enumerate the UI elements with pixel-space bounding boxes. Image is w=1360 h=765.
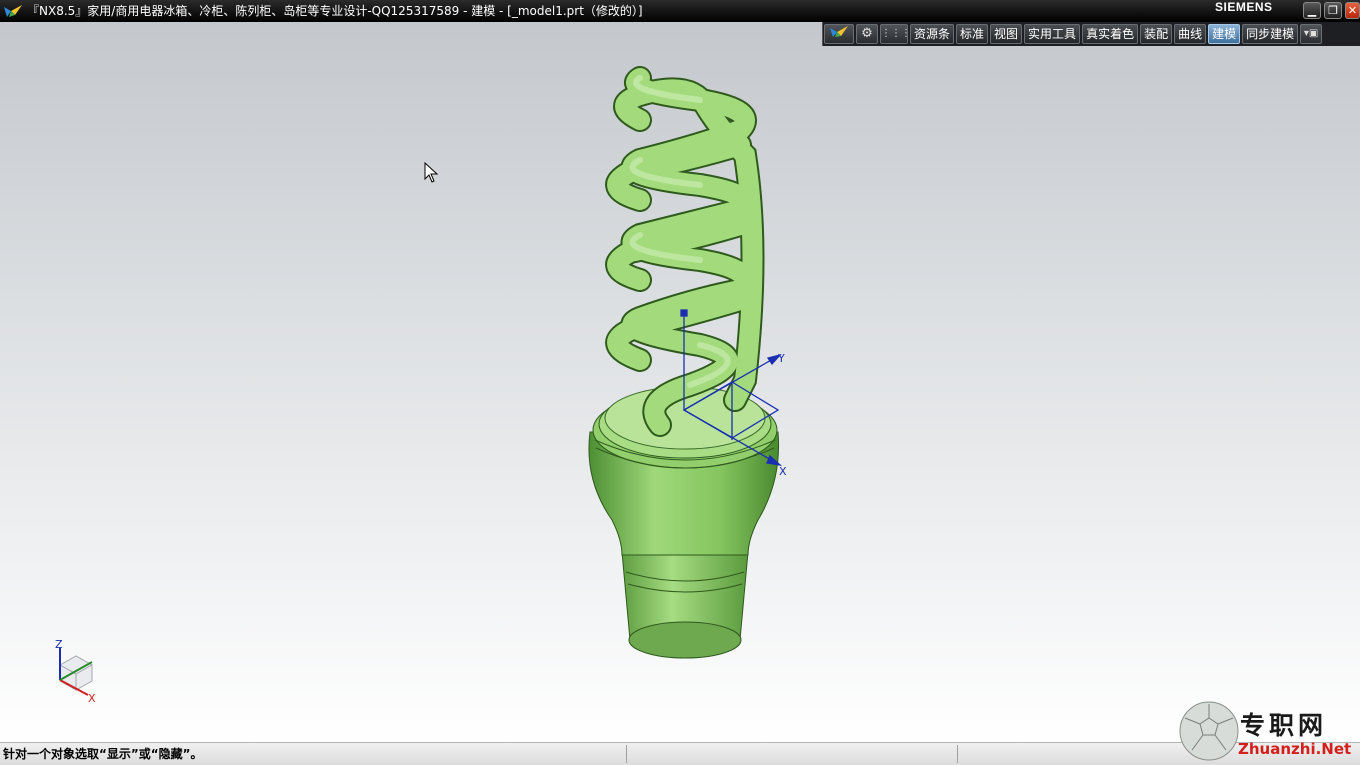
grid-icon[interactable]: ⋮⋮⋮ (880, 24, 911, 44)
tab-curve[interactable]: 曲线 (1174, 24, 1207, 44)
tab-assembly[interactable]: 装配 (1140, 24, 1173, 44)
window-title: 『NX8.5』家用/商用电器冰箱、冷柜、陈列柜、岛柜等专业设计-QQ125317… (27, 4, 643, 18)
view-triad[interactable] (58, 648, 94, 696)
spiral-tube[interactable] (605, 66, 765, 437)
status-bar: 针对一个对象选取“显示”或“隐藏”。 (0, 742, 1360, 765)
graphics-window[interactable]: Y X Z X (0, 22, 1360, 742)
ribbon-overflow-button[interactable]: ▾▣ (1300, 24, 1323, 44)
triad-x-label: X (88, 692, 96, 705)
lamp-base[interactable] (621, 551, 749, 659)
triad-z-label: Z (55, 638, 63, 651)
watermark-ball-icon (1179, 701, 1239, 761)
tab-modeling[interactable]: 建模 (1208, 24, 1241, 44)
nx-menu-icon[interactable] (824, 24, 854, 44)
status-divider (626, 745, 627, 763)
lamp-body[interactable] (588, 386, 780, 556)
title-bar: 『NX8.5』家用/商用电器冰箱、冷柜、陈列柜、岛柜等专业设计-QQ125317… (0, 0, 1360, 22)
gear-icon[interactable]: ⚙ (856, 24, 878, 44)
minimize-button[interactable]: ▁ (1303, 2, 1321, 19)
tab-utilities[interactable]: 实用工具 (1024, 24, 1081, 44)
watermark-url: Zhuanzhi.Net (1238, 740, 1352, 758)
tab-true-shading[interactable]: 真实着色 (1082, 24, 1139, 44)
mouse-cursor-icon (424, 162, 439, 183)
wcs-y-label: Y (777, 352, 785, 365)
model-canvas[interactable]: Y X Z X (0, 22, 1360, 742)
tab-view[interactable]: 视图 (990, 24, 1023, 44)
tab-standard[interactable]: 标准 (956, 24, 989, 44)
siemens-brand: SIEMENS (1215, 0, 1273, 14)
nx-logo-icon (4, 5, 22, 17)
status-divider (957, 745, 958, 763)
restore-button[interactable]: ❐ (1324, 2, 1342, 19)
tab-resource-bar[interactable]: 资源条 (910, 24, 955, 44)
watermark-text: 专职网 (1240, 711, 1328, 740)
status-message: 针对一个对象选取“显示”或“隐藏”。 (3, 747, 203, 761)
close-button[interactable]: ✕ (1345, 2, 1360, 19)
wcs-x-label: X (779, 465, 787, 478)
tab-sync-modeling[interactable]: 同步建模 (1242, 24, 1299, 44)
ribbon-tab-bar: ⚙ ⋮⋮⋮ 资源条 标准 视图 实用工具 真实着色 装配 曲线 建模 同步建模 … (822, 22, 1360, 46)
